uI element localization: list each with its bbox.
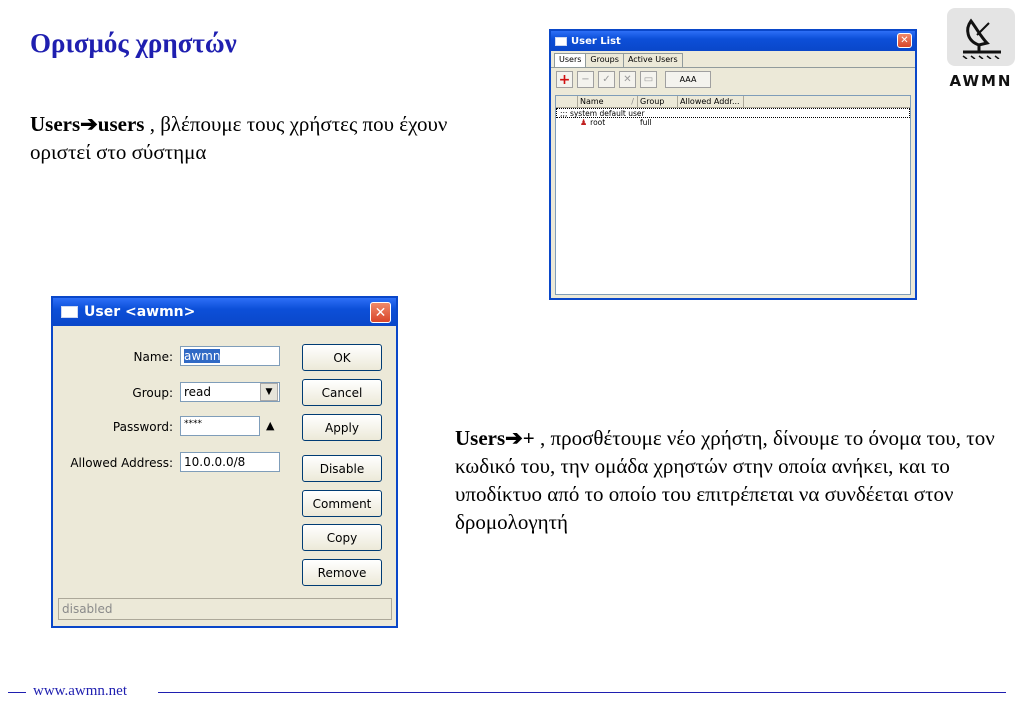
- chevron-down-icon[interactable]: ▼: [260, 383, 278, 401]
- awmn-logo: AWMN: [947, 8, 1015, 96]
- group-value: read: [184, 385, 212, 399]
- close-icon[interactable]: ✕: [370, 302, 391, 323]
- apply-button[interactable]: Apply: [302, 414, 382, 441]
- add-user-button[interactable]: +: [556, 71, 573, 88]
- remove-user-button[interactable]: −: [577, 71, 594, 88]
- text1-arrow: ➔: [80, 112, 98, 136]
- comment-button[interactable]: Comment: [302, 490, 382, 517]
- user-table-header: Name / Group Allowed Addr...: [556, 96, 910, 108]
- user-dialog-window: User <awmn> ✕ Name: awmn Group: read ▼ P…: [51, 296, 398, 628]
- cancel-button[interactable]: Cancel: [302, 379, 382, 406]
- column-spacer: [556, 96, 578, 107]
- expand-up-icon[interactable]: ▲: [266, 419, 274, 432]
- column-name[interactable]: Name /: [578, 96, 638, 107]
- footer: www.awmn.net: [0, 683, 1023, 699]
- password-input[interactable]: ****: [180, 416, 260, 436]
- disable-button[interactable]: Disable: [302, 455, 382, 482]
- close-icon[interactable]: ✕: [897, 33, 912, 48]
- user-table: Name / Group Allowed Addr... ;;; system …: [555, 95, 911, 295]
- footer-line-left: [8, 692, 26, 693]
- name-value: awmn: [184, 349, 221, 363]
- name-input[interactable]: awmn: [180, 346, 280, 366]
- cell-group: full: [640, 118, 652, 127]
- user-list-toolbar: + − ✓ ✕ ▭ AAA: [551, 67, 915, 91]
- user-list-tabs: Users Groups Active Users: [551, 51, 915, 67]
- column-name-label: Name: [580, 97, 604, 106]
- text1-users: Users: [30, 112, 81, 136]
- user-dialog-title: User <awmn>: [84, 304, 196, 320]
- sort-icon: /: [631, 97, 634, 106]
- password-label: Password:: [112, 420, 173, 434]
- allowed-address-input[interactable]: 10.0.0.0/8: [180, 452, 280, 472]
- tab-users[interactable]: Users: [554, 53, 587, 67]
- comment-button[interactable]: ▭: [640, 71, 657, 88]
- window-icon: [61, 306, 78, 318]
- text2-rest: , προσθέτουμε νέο χρήστη, δίνουμε το όνο…: [455, 426, 995, 534]
- description-user-list: Users➔users , βλέπουμε τους χρήστες που …: [30, 110, 510, 166]
- logo-text: AWMN: [949, 72, 1013, 90]
- aaa-button[interactable]: AAA: [665, 71, 711, 88]
- cell-allowed: [678, 118, 744, 128]
- footer-url[interactable]: www.awmn.net: [33, 683, 127, 700]
- user-list-window: User List ✕ Users Groups Active Users + …: [549, 29, 917, 300]
- copy-button[interactable]: Copy: [302, 524, 382, 551]
- allowed-address-label: Allowed Address:: [70, 456, 173, 470]
- disable-button[interactable]: ✕: [619, 71, 636, 88]
- text2-plus: +: [522, 426, 535, 450]
- password-value: ****: [184, 419, 202, 429]
- user-list-titlebar[interactable]: User List ✕: [551, 31, 915, 51]
- description-add-user: Users➔+ , προσθέτουμε νέο χρήστη, δίνουμ…: [455, 424, 995, 536]
- user-icon: ♟: [580, 118, 588, 127]
- text2-users: Users: [455, 426, 506, 450]
- user-list-title: User List: [571, 35, 621, 47]
- window-icon: [555, 36, 567, 46]
- ok-button[interactable]: OK: [302, 344, 382, 371]
- table-row[interactable]: ♟ root full: [556, 118, 910, 128]
- enable-button[interactable]: ✓: [598, 71, 615, 88]
- column-group[interactable]: Group: [638, 96, 678, 107]
- allowed-address-value: 10.0.0.0/8: [184, 455, 246, 469]
- status-bar: disabled: [58, 598, 392, 620]
- column-allowed-address[interactable]: Allowed Addr...: [678, 96, 744, 107]
- tab-active-users[interactable]: Active Users: [622, 53, 683, 67]
- cell-name-text: root: [590, 118, 606, 127]
- comment-text: ;;; system default user: [560, 109, 645, 118]
- cell-name: ♟ root: [578, 118, 638, 128]
- comment-row[interactable]: ;;; system default user: [556, 108, 910, 118]
- text2-arrow: ➔: [505, 426, 523, 450]
- slide-title: Ορισμός χρηστών: [30, 28, 237, 58]
- name-label: Name:: [133, 350, 173, 364]
- user-dialog-titlebar[interactable]: User <awmn> ✕: [53, 298, 396, 326]
- tab-groups[interactable]: Groups: [585, 53, 624, 67]
- group-label: Group:: [132, 386, 173, 400]
- row-spacer: [556, 118, 578, 128]
- footer-line-right: [158, 692, 1006, 693]
- remove-button[interactable]: Remove: [302, 559, 382, 586]
- text1-users2: users: [97, 112, 145, 136]
- antenna-icon: [947, 8, 1015, 66]
